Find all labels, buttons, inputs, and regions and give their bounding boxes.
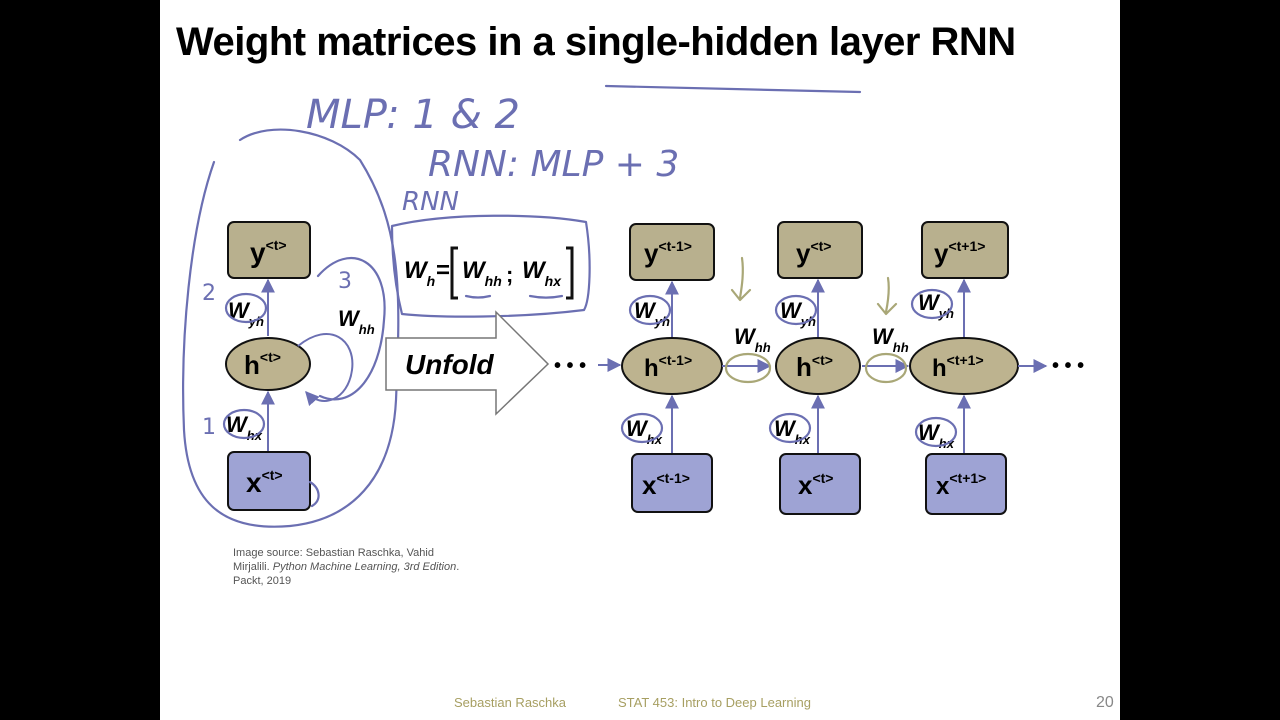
eq-separator: ;: [506, 262, 513, 287]
olive-circle-whh-2: [864, 352, 908, 384]
eq-whh: Whh: [462, 257, 502, 289]
annotation-rnn-mlp3: RNN: MLP + 3: [428, 144, 679, 185]
source-book: Python Machine Learning, 3rd Edition: [272, 561, 457, 573]
folded-w-hh: Whh: [338, 306, 375, 337]
folded-w-yh: Wyh: [228, 298, 264, 329]
folded-x-mark: [308, 480, 320, 508]
annotation-mlp: MLP: 1 & 2: [306, 92, 520, 138]
rnn-diagram: MLP: 1 & 2 RNN: MLP + 3 RNN 2 1 3 y<t> W…: [182, 84, 1084, 528]
w-hh-1: Whh: [734, 324, 771, 355]
annotation-rnn: RNN: [402, 187, 459, 217]
footer-author: Sebastian Raschka: [454, 695, 567, 710]
equation: Wh = Whh ; Whx: [390, 214, 591, 318]
folded-rnn: y<t> Wyh h<t> Whh Whx x<t>: [222, 221, 386, 511]
eq-bracket-left: [450, 246, 458, 300]
annotation-num-3: 3: [338, 269, 352, 294]
unfold-label: Unfold: [405, 349, 495, 380]
olive-circle-whh-1: [724, 352, 772, 384]
unfold-arrow: Unfold: [385, 310, 550, 416]
eq-whx: Whx: [522, 257, 562, 289]
step-t: y<t> Wyh h<t> Whx x<t>: [768, 221, 863, 515]
step-t-minus-1: y<t-1> Wyh h<t-1> Whx x<t-1>: [620, 223, 723, 513]
eq-equals: =: [436, 257, 450, 284]
page-number: 20: [1096, 694, 1114, 711]
dots-left: • • •: [554, 355, 586, 377]
step-t-plus-1: y<t+1> Wyh h<t+1> Whx x<t+1>: [909, 221, 1019, 515]
image-source-caption: Image source: Sebastian Raschka, Vahid M…: [233, 546, 463, 588]
olive-arrow-1: [730, 256, 752, 302]
annotation-num-1: 1: [202, 415, 216, 440]
annotation-num-2: 2: [202, 281, 216, 306]
dots-right: • • •: [1052, 355, 1084, 377]
olive-arrow-2: [876, 276, 898, 316]
footer-course: STAT 453: Intro to Deep Learning: [618, 695, 811, 710]
w-hh-2: Whh: [872, 324, 909, 355]
eq-underline-whh: [464, 294, 492, 299]
eq-lhs: Wh: [404, 257, 435, 289]
eq-bracket-right: [566, 246, 574, 300]
title-underline: [604, 84, 862, 94]
eq-underline-whx: [528, 294, 564, 299]
